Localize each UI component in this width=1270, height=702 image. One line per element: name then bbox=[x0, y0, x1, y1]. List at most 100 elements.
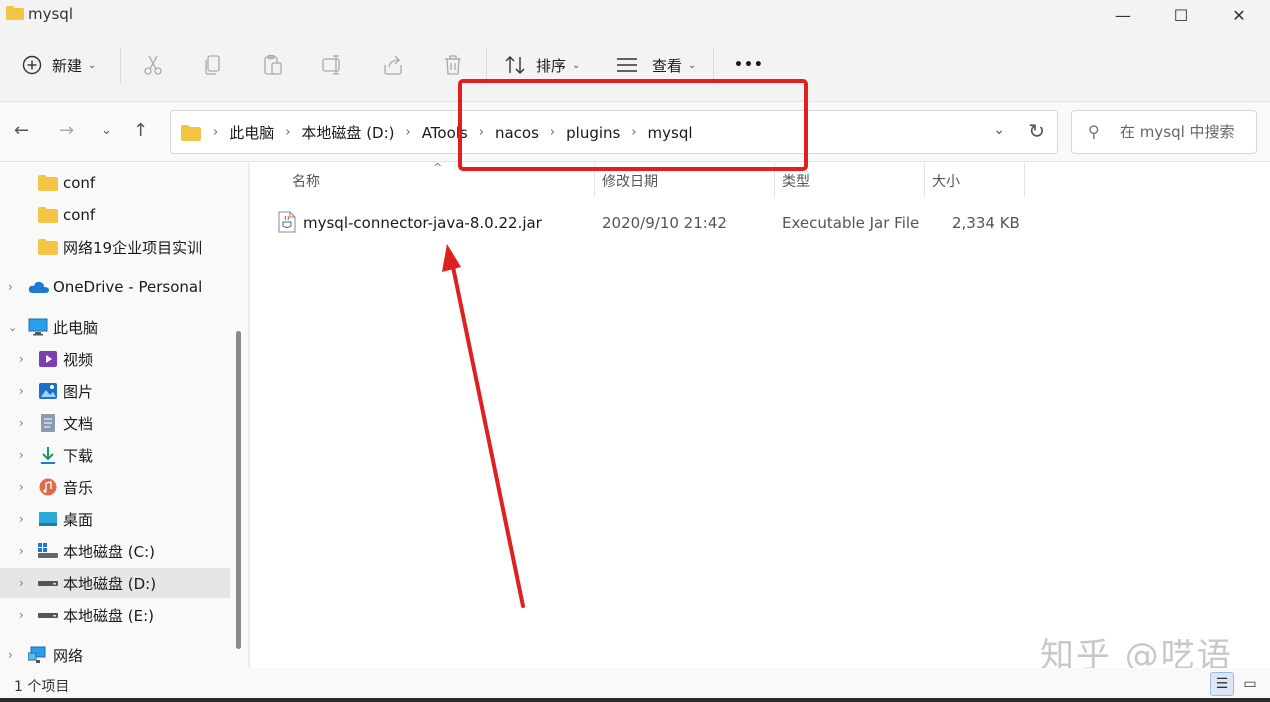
chevron-right-icon[interactable]: › bbox=[19, 416, 24, 430]
address-history-chevron-icon[interactable]: ⌄ bbox=[993, 122, 1005, 138]
breadcrumb-item[interactable]: 此电脑 bbox=[229, 122, 274, 143]
forward-arrow-icon[interactable]: → bbox=[59, 120, 74, 141]
sidebar-item-conf[interactable]: conf bbox=[0, 200, 230, 230]
chevron-right-icon[interactable]: › bbox=[8, 648, 13, 662]
column-divider[interactable] bbox=[924, 163, 925, 197]
sidebar-item-label: 本地磁盘 (C:) bbox=[63, 542, 155, 561]
chevron-down-icon[interactable]: ⌄ bbox=[8, 321, 17, 334]
chevron-right-icon[interactable]: › bbox=[19, 544, 24, 558]
breadcrumb-item[interactable]: ATools bbox=[422, 124, 468, 142]
copy-button[interactable] bbox=[201, 50, 225, 80]
plus-circle-icon bbox=[22, 55, 42, 75]
share-button[interactable] bbox=[381, 50, 405, 80]
breadcrumb-item[interactable]: nacos bbox=[495, 124, 539, 142]
column-header-modified[interactable]: 修改日期 bbox=[602, 171, 658, 195]
column-header-label: 名称 bbox=[292, 174, 320, 190]
search-input[interactable] bbox=[1120, 121, 1250, 143]
column-divider[interactable] bbox=[594, 163, 595, 197]
sidebar-item-this-pc[interactable]: ⌄ 此电脑 bbox=[0, 312, 230, 342]
view-button[interactable]: 查看 ⌄ bbox=[616, 50, 696, 80]
chevron-right-icon[interactable]: › bbox=[19, 576, 24, 590]
up-arrow-icon[interactable]: ↑ bbox=[133, 120, 148, 141]
chevron-right-icon[interactable]: › bbox=[19, 352, 24, 366]
toolbar-divider bbox=[713, 48, 714, 84]
music-icon bbox=[39, 478, 57, 496]
sidebar-item-onedrive[interactable]: › OneDrive - Personal bbox=[0, 272, 230, 302]
maximize-button[interactable]: ☐ bbox=[1152, 0, 1210, 30]
breadcrumb-item[interactable]: plugins bbox=[566, 124, 620, 142]
chevron-down-icon: ⌄ bbox=[688, 59, 697, 71]
refresh-icon[interactable]: ↻ bbox=[1028, 119, 1045, 143]
sidebar-item-videos[interactable]: › 视频 bbox=[0, 344, 230, 374]
delete-button[interactable] bbox=[441, 50, 465, 80]
chevron-right-icon[interactable]: › bbox=[19, 512, 24, 526]
new-label: 新建 bbox=[52, 56, 83, 75]
folder-icon bbox=[38, 175, 58, 191]
search-box[interactable]: ⚲ bbox=[1071, 110, 1257, 154]
tiles-view-button[interactable]: ▭ bbox=[1238, 672, 1262, 696]
chevron-right-icon[interactable]: › bbox=[19, 448, 24, 462]
sidebar-item-network[interactable]: › 网络 bbox=[0, 640, 230, 670]
new-button[interactable]: 新建 ⌄ bbox=[22, 50, 96, 80]
sidebar-item-label: 图片 bbox=[63, 382, 94, 401]
sidebar-item-label: 文档 bbox=[63, 414, 94, 433]
chevron-right-icon[interactable]: › bbox=[19, 384, 24, 398]
sidebar-item-music[interactable]: › 音乐 bbox=[0, 472, 230, 502]
toolbar-divider bbox=[120, 48, 121, 84]
network-icon bbox=[28, 646, 46, 663]
sidebar-item-pictures[interactable]: › 图片 bbox=[0, 376, 230, 406]
cut-button[interactable] bbox=[141, 50, 165, 80]
chevron-right-icon[interactable]: › bbox=[19, 480, 24, 494]
drive-icon bbox=[38, 613, 58, 618]
computer-icon bbox=[28, 318, 48, 336]
sort-ascending-icon: ^ bbox=[433, 161, 443, 174]
sidebar-item-drive-e[interactable]: › 本地磁盘 (E:) bbox=[0, 600, 230, 630]
details-view-icon: ☰ bbox=[1215, 676, 1229, 692]
breadcrumb-item[interactable]: 本地磁盘 (D:) bbox=[301, 122, 394, 143]
sidebar-item-downloads[interactable]: › 下载 bbox=[0, 440, 230, 470]
view-list-icon bbox=[617, 58, 637, 72]
sidebar-item-label: 下载 bbox=[63, 446, 94, 465]
close-icon: ✕ bbox=[1232, 5, 1246, 25]
column-header-size[interactable]: 大小 bbox=[932, 171, 960, 195]
minimize-button[interactable]: — bbox=[1094, 0, 1152, 30]
back-arrow-icon[interactable]: ← bbox=[14, 120, 29, 141]
sidebar-item-label: 本地磁盘 (D:) bbox=[63, 574, 157, 593]
sidebar-item-label: 本地磁盘 (E:) bbox=[63, 606, 155, 625]
chevron-right-icon[interactable]: › bbox=[19, 608, 24, 622]
chevron-down-icon: ⌄ bbox=[572, 59, 581, 71]
navigation-pane: conf conf 网络19企业项目实训 › OneDrive - Person… bbox=[0, 163, 248, 668]
column-divider[interactable] bbox=[1024, 163, 1025, 197]
sidebar-item-label: 网络 bbox=[53, 646, 84, 665]
sidebar-item-documents[interactable]: › 文档 bbox=[0, 408, 230, 438]
jar-file-icon bbox=[278, 211, 296, 233]
chevron-right-icon[interactable]: › bbox=[8, 280, 13, 294]
address-bar[interactable]: › 此电脑 › 本地磁盘 (D:) › ATools › nacos › plu… bbox=[170, 110, 1058, 154]
column-header-type[interactable]: 类型 bbox=[782, 171, 810, 195]
file-row[interactable]: mysql-connector-java-8.0.22.jar 2020/9/1… bbox=[274, 207, 1024, 239]
sidebar-item-drive-d[interactable]: › 本地磁盘 (D:) bbox=[0, 568, 230, 598]
sidebar-item-project-folder[interactable]: 网络19企业项目实训 bbox=[0, 232, 230, 262]
breadcrumb-item[interactable]: mysql bbox=[648, 124, 693, 142]
sidebar-item-drive-c[interactable]: › 本地磁盘 (C:) bbox=[0, 536, 230, 566]
title-bar: mysql — ☐ ✕ bbox=[0, 0, 1270, 30]
paste-button[interactable] bbox=[261, 50, 285, 80]
sidebar-item-label: 视频 bbox=[63, 350, 94, 369]
picture-icon bbox=[39, 383, 57, 399]
sidebar-item-desktop[interactable]: › 桌面 bbox=[0, 504, 230, 534]
column-divider[interactable] bbox=[774, 163, 775, 197]
sidebar-scrollbar[interactable] bbox=[236, 331, 241, 649]
navigation-row: ← → ⌄ ↑ › 此电脑 › 本地磁盘 (D:) › ATools › nac… bbox=[0, 102, 1270, 162]
sort-button[interactable]: 排序 ⌄ bbox=[504, 50, 580, 80]
column-header-name[interactable]: 名称 bbox=[292, 171, 320, 195]
column-header-label: 修改日期 bbox=[602, 174, 658, 190]
rename-button[interactable] bbox=[321, 50, 345, 80]
chevron-right-icon: › bbox=[631, 125, 637, 140]
recent-locations-chevron-icon[interactable]: ⌄ bbox=[101, 123, 112, 138]
sidebar-item-conf[interactable]: conf bbox=[0, 168, 230, 198]
download-icon bbox=[41, 447, 55, 464]
cloud-icon bbox=[28, 281, 49, 293]
close-button[interactable]: ✕ bbox=[1210, 0, 1268, 30]
more-options-button[interactable]: ••• bbox=[734, 50, 764, 80]
details-view-button[interactable]: ☰ bbox=[1210, 672, 1234, 696]
